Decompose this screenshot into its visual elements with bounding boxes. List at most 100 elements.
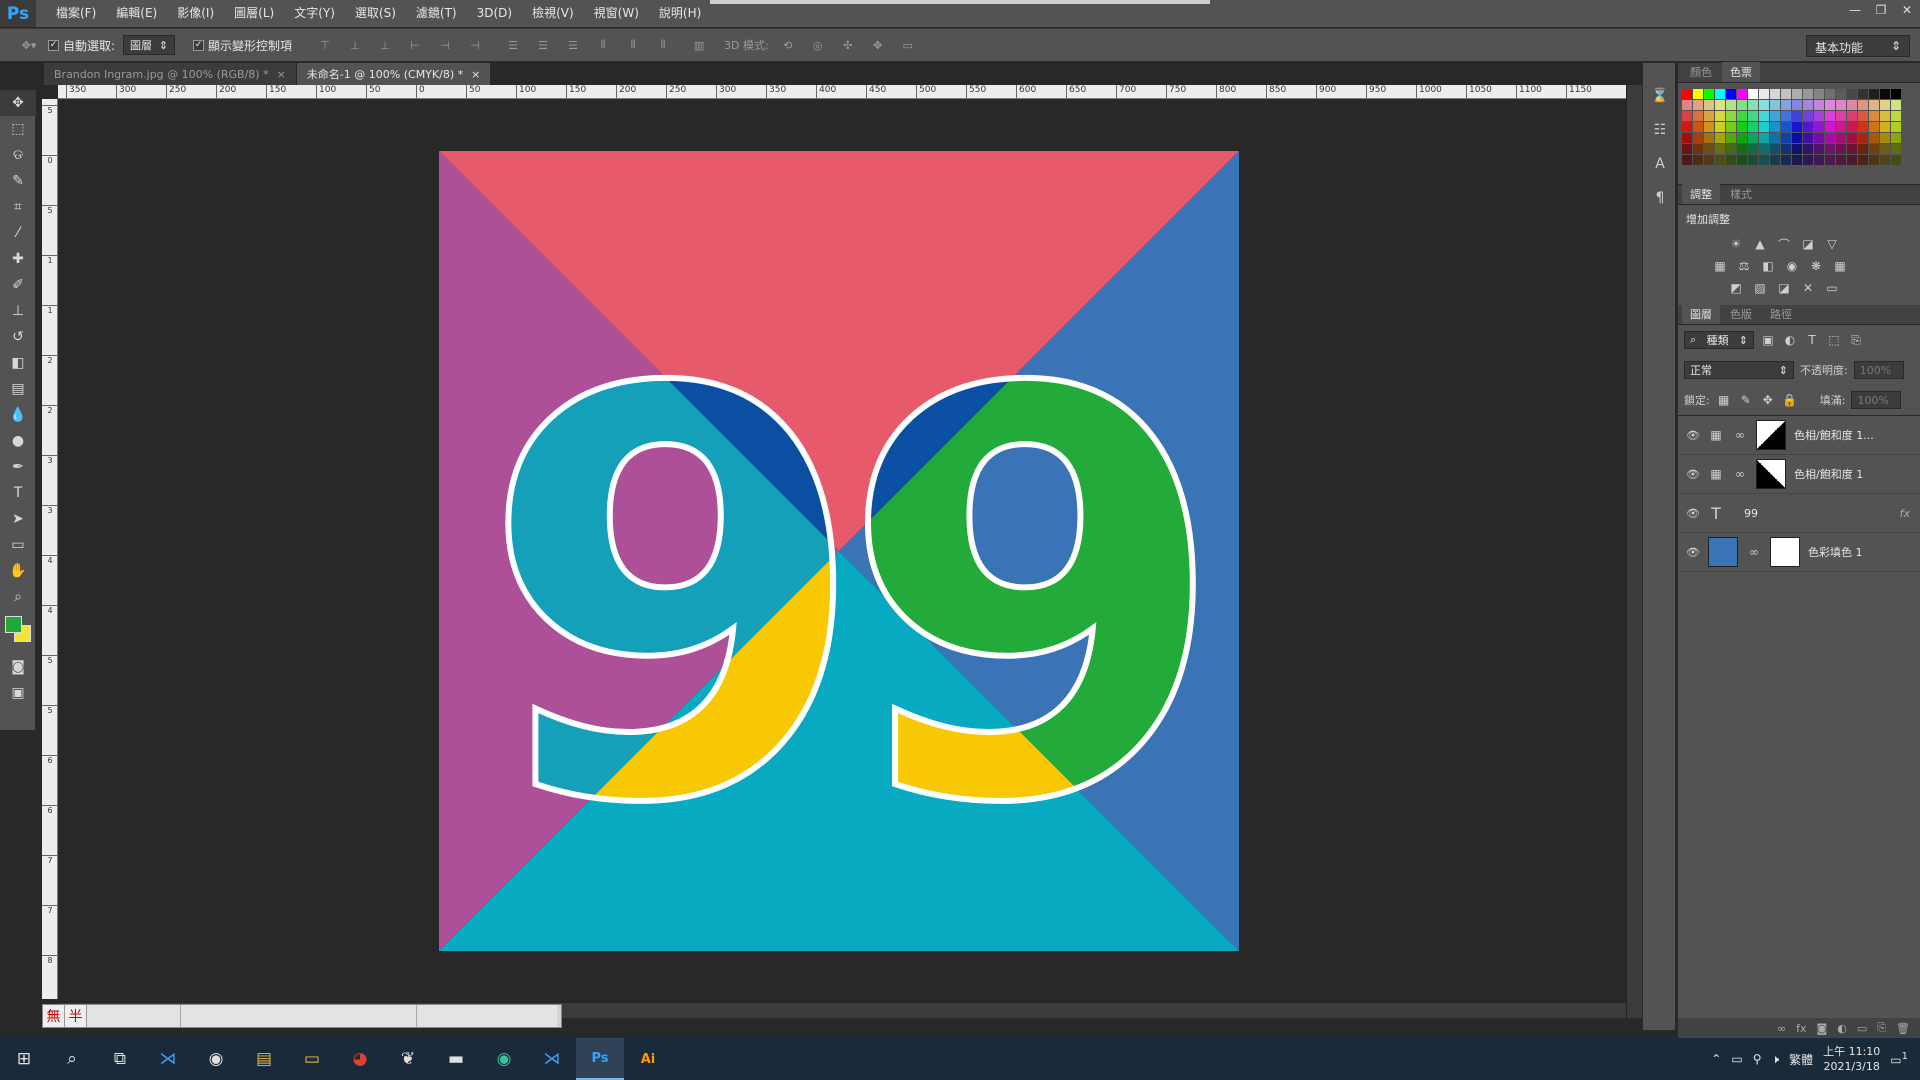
windows-start-icon[interactable]: ⊞ bbox=[0, 1038, 48, 1080]
microphone-icon[interactable]: ⚲ bbox=[1753, 1052, 1762, 1066]
opacity-field[interactable]: 100% bbox=[1853, 361, 1904, 379]
menu-view[interactable]: 檢視(V) bbox=[522, 0, 584, 27]
color-swatch[interactable] bbox=[1770, 155, 1780, 165]
brightness-icon[interactable]: ☀ bbox=[1728, 236, 1744, 252]
volume-icon[interactable]: 🕨 bbox=[1772, 1052, 1780, 1067]
artboard[interactable]: 99 99 bbox=[439, 151, 1239, 951]
color-swatch[interactable] bbox=[1825, 89, 1835, 99]
link-layers-icon[interactable]: ∞ bbox=[1777, 1022, 1786, 1035]
color-swatch[interactable] bbox=[1825, 100, 1835, 110]
tab-brandon-ingram[interactable]: Brandon Ingram.jpg @ 100% (RGB/8) * × bbox=[44, 63, 297, 85]
color-swatch[interactable] bbox=[1847, 122, 1857, 132]
show-transform-checkbox[interactable]: ✓ 顯示變形控制項 bbox=[193, 37, 292, 54]
properties-panel-icon[interactable]: ☷ bbox=[1643, 113, 1677, 147]
color-swatch[interactable] bbox=[1748, 144, 1758, 154]
app-icon[interactable]: ❦ bbox=[384, 1038, 432, 1080]
color-swatch[interactable] bbox=[1682, 133, 1692, 143]
color-swatch[interactable] bbox=[1869, 144, 1879, 154]
lock-all-icon[interactable]: 🔒 bbox=[1782, 392, 1798, 408]
selective-color-icon[interactable]: ✕ bbox=[1800, 280, 1816, 296]
color-swatch[interactable] bbox=[1880, 122, 1890, 132]
color-swatch[interactable] bbox=[1803, 89, 1813, 99]
blur-tool-icon[interactable]: 💧 bbox=[0, 402, 36, 428]
color-swatch[interactable] bbox=[1715, 155, 1725, 165]
color-swatch[interactable] bbox=[1847, 89, 1857, 99]
app-icon[interactable]: ◉ bbox=[480, 1038, 528, 1080]
eyedropper-tool-icon[interactable]: ⁄ bbox=[0, 220, 36, 246]
new-group-icon[interactable]: ▭ bbox=[1857, 1022, 1867, 1035]
invert-icon[interactable]: ◩ bbox=[1728, 280, 1744, 296]
number-99-outline[interactable]: 99 bbox=[476, 271, 1231, 929]
color-swatch[interactable] bbox=[1737, 89, 1747, 99]
marquee-tool-icon[interactable]: ⬚ bbox=[0, 116, 36, 142]
color-swatch[interactable] bbox=[1858, 100, 1868, 110]
layer-row[interactable]: 👁 ▦ ∞ 色相/飽和度 1... bbox=[1678, 416, 1920, 455]
move-tool-icon[interactable]: ✥ bbox=[0, 90, 36, 116]
tab-color[interactable]: 顏色 bbox=[1682, 62, 1720, 82]
filter-smart-icon[interactable]: ⎘ bbox=[1848, 332, 1864, 348]
posterize-icon[interactable]: ▨ bbox=[1752, 280, 1768, 296]
color-swatch[interactable] bbox=[1737, 144, 1747, 154]
color-swatch[interactable] bbox=[1693, 89, 1703, 99]
gradient-map-icon[interactable]: ▭ bbox=[1824, 280, 1840, 296]
shape-tool-icon[interactable]: ▭ bbox=[0, 532, 36, 558]
photoshop-icon[interactable]: Ps bbox=[576, 1038, 624, 1080]
3d-scale-icon[interactable]: ▭ bbox=[897, 34, 919, 56]
exposure-icon[interactable]: ◪ bbox=[1800, 236, 1816, 252]
foreground-color[interactable] bbox=[5, 616, 22, 633]
color-swatch[interactable] bbox=[1726, 100, 1736, 110]
illustrator-icon[interactable]: Ai bbox=[624, 1038, 672, 1080]
move-tool-preset-icon[interactable]: ✥▾ bbox=[18, 34, 40, 56]
color-swatch[interactable] bbox=[1836, 122, 1846, 132]
color-swatch[interactable] bbox=[1759, 155, 1769, 165]
workspace-dropdown[interactable]: 基本功能 ⇕ bbox=[1806, 35, 1910, 57]
color-swatch[interactable] bbox=[1836, 144, 1846, 154]
menu-layer[interactable]: 圖層(L) bbox=[224, 0, 284, 27]
distribute-top-icon[interactable]: ☰ bbox=[502, 34, 524, 56]
history-brush-tool-icon[interactable]: ↺ bbox=[0, 324, 36, 350]
type-tool-icon[interactable]: T bbox=[0, 480, 36, 506]
fill-layer-thumbnail[interactable] bbox=[1708, 537, 1738, 567]
color-swatch[interactable] bbox=[1869, 122, 1879, 132]
color-swatch[interactable] bbox=[1715, 122, 1725, 132]
color-swatch[interactable] bbox=[1726, 133, 1736, 143]
color-swatch[interactable] bbox=[1770, 122, 1780, 132]
color-swatch[interactable] bbox=[1803, 100, 1813, 110]
color-swatch[interactable] bbox=[1858, 144, 1868, 154]
menu-filter[interactable]: 濾鏡(T) bbox=[406, 0, 467, 27]
color-swatch[interactable] bbox=[1792, 89, 1802, 99]
color-swatch[interactable] bbox=[1759, 144, 1769, 154]
color-swatch[interactable] bbox=[1858, 122, 1868, 132]
black-white-icon[interactable]: ◧ bbox=[1760, 258, 1776, 274]
color-swatch[interactable] bbox=[1847, 155, 1857, 165]
color-swatch[interactable] bbox=[1704, 144, 1714, 154]
color-swatch[interactable] bbox=[1693, 111, 1703, 121]
color-swatch[interactable] bbox=[1704, 155, 1714, 165]
color-swatch[interactable] bbox=[1803, 133, 1813, 143]
color-swatch[interactable] bbox=[1891, 89, 1901, 99]
color-swatch[interactable] bbox=[1880, 89, 1890, 99]
filter-type-icon[interactable]: T bbox=[1804, 332, 1820, 348]
color-swatch[interactable] bbox=[1759, 111, 1769, 121]
terminal-icon[interactable]: ▬ bbox=[432, 1038, 480, 1080]
color-swatch[interactable] bbox=[1792, 144, 1802, 154]
pen-tool-icon[interactable]: ✒ bbox=[0, 454, 36, 480]
vscode-icon[interactable]: ⋊ bbox=[528, 1038, 576, 1080]
color-swatch[interactable] bbox=[1770, 111, 1780, 121]
eraser-tool-icon[interactable]: ◧ bbox=[0, 350, 36, 376]
color-swatch[interactable] bbox=[1825, 133, 1835, 143]
layer-row[interactable]: 👁 ∞ 色彩填色 1 bbox=[1678, 533, 1920, 572]
threshold-icon[interactable]: ◪ bbox=[1776, 280, 1792, 296]
color-swatch[interactable] bbox=[1847, 144, 1857, 154]
color-swatch[interactable] bbox=[1880, 155, 1890, 165]
tab-untitled-1[interactable]: 未命名-1 @ 100% (CMYK/8) * × bbox=[296, 63, 492, 85]
color-swatch[interactable] bbox=[1891, 133, 1901, 143]
canvas-area[interactable]: 99 99 bbox=[58, 99, 1626, 1002]
color-swatch[interactable] bbox=[1869, 89, 1879, 99]
color-swatch[interactable] bbox=[1858, 133, 1868, 143]
lock-paint-icon[interactable]: ✎ bbox=[1738, 392, 1754, 408]
menu-select[interactable]: 選取(S) bbox=[345, 0, 406, 27]
lasso-tool-icon[interactable]: ଡ bbox=[0, 142, 36, 168]
fx-icon[interactable]: fx bbox=[1900, 507, 1920, 520]
color-swatch[interactable] bbox=[1858, 155, 1868, 165]
